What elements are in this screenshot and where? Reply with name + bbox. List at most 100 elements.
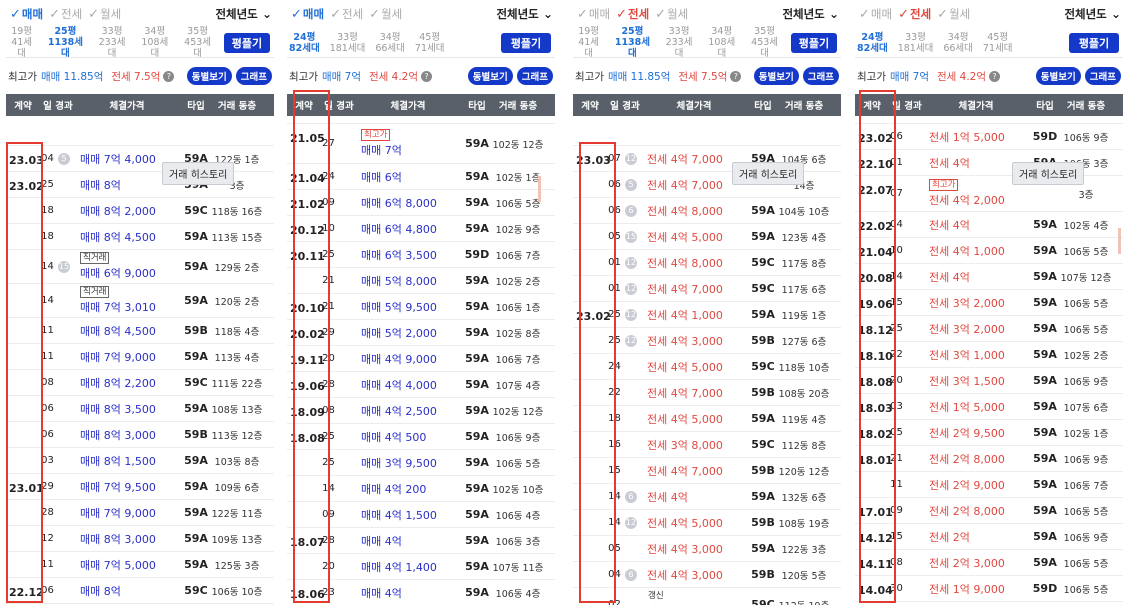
table-row[interactable]: 23.01 29 매매 7억 9,500 59A 109동 6층	[6, 474, 274, 500]
trade-price[interactable]: 전세 4억 5,000	[647, 229, 723, 245]
trade-price[interactable]: 전세 4억 2,000	[929, 192, 1005, 208]
filter-0[interactable]: ✓ 매매	[859, 6, 892, 22]
table-row[interactable]: 20 매매 4억 1,400 59A 107동 11층	[287, 554, 555, 580]
filter-2[interactable]: ✓ 월세	[655, 6, 688, 22]
trade-price[interactable]: 전세 4억 7,000	[647, 385, 723, 401]
trade-price[interactable]: 전세 3억 1,000	[929, 347, 1005, 363]
table-row[interactable]: 16 전세 3억 8,000 59C 112동 8층	[573, 432, 841, 458]
table-row[interactable]: 05 전세 4억 3,000 59A 122동 3층	[573, 536, 841, 562]
table-row[interactable]: 11 매매 7억 5,000 59A 125동 3층	[6, 552, 274, 578]
table-row[interactable]: 21 매매 5억 8,000 59A 102동 2층	[287, 268, 555, 294]
table-row[interactable]: 14.12 15 전세 2억 59A 106동 9층	[855, 524, 1123, 550]
trade-price[interactable]: 매매 7억	[361, 142, 402, 158]
trade-price[interactable]: 전세 4억 5,000	[647, 411, 723, 427]
trade-price[interactable]: 매매 4억 1,500	[361, 507, 437, 523]
table-row[interactable]: 18.06 23 매매 4억 59A 106동 4층	[287, 580, 555, 605]
trade-price[interactable]: 매매 4억 1,400	[361, 559, 437, 575]
trade-price[interactable]: 전세 4억 5,000	[647, 359, 723, 375]
year-dropdown[interactable]: 전체년도 ⌄	[215, 6, 272, 22]
filter-0[interactable]: ✓ 매매	[291, 6, 324, 22]
trade-price[interactable]: 전세 2억 8,000	[929, 451, 1005, 467]
table-row[interactable]: 02 갱신전세 4억 6,50059C112동 19층	[573, 588, 841, 605]
trade-price[interactable]: 전세 4억 1,000	[929, 243, 1005, 259]
trade-price[interactable]: 전세 4억	[647, 489, 688, 505]
filter-0[interactable]: ✓ 매매	[577, 6, 610, 22]
table-row[interactable]: 15 전세 4억 7,000 59B 120동 12층	[573, 458, 841, 484]
table-row[interactable]: 14 매매 4억 200 59A 102동 10층	[287, 476, 555, 502]
table-row[interactable]: 12 매매 8억 3,000 59A 109동 13층	[6, 526, 274, 552]
size-tab[interactable]: 34평 66세대	[943, 32, 973, 54]
trade-price[interactable]: 전세 2억 3,000	[929, 555, 1005, 571]
trade-price[interactable]: 매매 8억 3,000	[80, 427, 156, 443]
table-row[interactable]: 14.11 08 전세 2억 3,000 59A 106동 5층	[855, 550, 1123, 576]
size-tab[interactable]: 34평 66세대	[375, 32, 405, 54]
trade-price[interactable]: 매매 5억 9,500	[361, 299, 437, 315]
trade-price[interactable]: 전세 4억 3,000	[647, 567, 723, 583]
help-icon[interactable]: ?	[989, 70, 1001, 82]
filter-1[interactable]: ✓ 전세	[330, 6, 363, 22]
trade-price[interactable]: 전세 4억 8,000	[647, 203, 723, 219]
table-row[interactable]	[6, 116, 274, 146]
table-row[interactable]: 24 전세 4억 5,000 59C 118동 10층	[573, 354, 841, 380]
trade-price[interactable]: 전세 4억	[929, 155, 970, 171]
trade-price[interactable]: 전세 1억 5,000	[929, 129, 1005, 145]
table-row[interactable]: 11 전세 2억 9,000 59A 106동 7층	[855, 472, 1123, 498]
table-row[interactable]: 06 6 전세 4억 8,000 59A 104동 10층	[573, 198, 841, 224]
table-row[interactable]: 21.04 24 매매 6억 59A 102동 1층	[287, 164, 555, 190]
table-row[interactable]: 18 전세 4억 5,000 59A 119동 4층	[573, 406, 841, 432]
trade-price[interactable]: 매매 8억	[80, 583, 121, 599]
table-row[interactable]: 18 매매 8억 4,500 59A 113동 15층	[6, 224, 274, 250]
table-row[interactable]: 21.02 09 매매 6억 8,000 59A 106동 5층	[287, 190, 555, 216]
table-row[interactable]: 14 6 전세 4억 59A 132동 6층	[573, 484, 841, 510]
trade-price[interactable]: 매매 4억 4,000	[361, 377, 437, 393]
scroll-indicator[interactable]	[1118, 228, 1121, 254]
pyeong-button[interactable]: 평플기	[501, 32, 551, 53]
table-row[interactable]: 01 12 전세 4억 7,000 59C 117동 6층	[573, 276, 841, 302]
help-icon[interactable]: ?	[163, 70, 175, 82]
table-row[interactable]	[573, 116, 841, 146]
scroll-indicator[interactable]	[538, 176, 541, 202]
table-row[interactable]: 18 매매 8억 2,000 59C 118동 16층	[6, 198, 274, 224]
table-row[interactable]: 14 15 직거래 매매 6억 9,000 59A 129동 2층	[6, 250, 274, 284]
trade-price[interactable]: 매매 4억 200	[361, 481, 426, 497]
graph-button[interactable]: 그래프	[235, 67, 272, 85]
size-tab[interactable]: 25평 1138세대	[612, 26, 652, 59]
size-tab[interactable]: 33평 181세대	[330, 32, 366, 54]
table-row[interactable]: 18.03 03 전세 1억 5,000 59A 107동 6층	[855, 394, 1123, 420]
graph-button[interactable]: 그래프	[516, 67, 553, 85]
table-row[interactable]: 14.04 30 전세 1억 9,000 59D 106동 5층	[855, 576, 1123, 602]
trade-price[interactable]: 매매 4억	[361, 585, 402, 601]
help-icon[interactable]: ?	[421, 70, 433, 82]
table-row[interactable]: 11 매매 7억 9,000 59A 113동 4층	[6, 344, 274, 370]
trade-price[interactable]: 매매 5억 8,000	[361, 273, 437, 289]
table-row[interactable]: 20.10 21 매매 5억 9,500 59A 106동 1층	[287, 294, 555, 320]
table-row[interactable]: 06 매매 8억 3,000 59B 113동 12층	[6, 422, 274, 448]
table-row[interactable]: 18.02 05 전세 2억 9,500 59A 102동 1층	[855, 420, 1123, 446]
table-row[interactable]: 18.09 08 매매 4억 2,500 59A 102동 12층	[287, 398, 555, 424]
filter-1[interactable]: ✓ 전세	[898, 6, 931, 22]
graph-button[interactable]: 그래프	[1084, 67, 1121, 85]
table-row[interactable]	[287, 116, 555, 124]
trade-price[interactable]: 전세 4억	[929, 217, 970, 233]
pyeong-button[interactable]: 평플기	[1069, 32, 1119, 53]
trade-price[interactable]: 전세 3억 2,000	[929, 295, 1005, 311]
filter-2[interactable]: ✓ 월세	[937, 6, 970, 22]
table-row[interactable]: 19.06 15 전세 3억 2,000 59A 106동 5층	[855, 290, 1123, 316]
table-row[interactable]: 22.12 06 매매 8억 59C 106동 10층	[6, 578, 274, 604]
trade-price[interactable]: 전세 4억 8,000	[647, 255, 723, 271]
table-row[interactable]: 14 직거래 매매 7억 3,010 59A 120동 2층	[6, 284, 274, 318]
trade-price[interactable]: 전세 4억 3,000	[647, 333, 723, 349]
trade-price[interactable]: 매매 8억 4,500	[80, 229, 156, 245]
table-row[interactable]: 19.06 28 매매 4억 4,000 59A 107동 4층	[287, 372, 555, 398]
trade-price[interactable]: 매매 4억 9,000	[361, 351, 437, 367]
size-tab[interactable]: 35평 453세대	[748, 26, 781, 59]
table-row[interactable]: 22 전세 4억 7,000 59B 108동 20층	[573, 380, 841, 406]
trade-price[interactable]: 전세 3억 2,000	[929, 321, 1005, 337]
table-row[interactable]: 23.02 25 12 전세 4억 1,000 59A 119동 1층	[573, 302, 841, 328]
size-tab[interactable]: 33평 233세대	[96, 26, 129, 59]
trade-price[interactable]: 매매 4억	[361, 533, 402, 549]
size-tab[interactable]: 33평 181세대	[898, 32, 934, 54]
trade-price[interactable]: 매매 8억 1,500	[80, 453, 156, 469]
table-row[interactable]: 14 12 전세 4억 5,000 59B 108동 19층	[573, 510, 841, 536]
trade-price[interactable]: 매매 8억 4,500	[80, 323, 156, 339]
